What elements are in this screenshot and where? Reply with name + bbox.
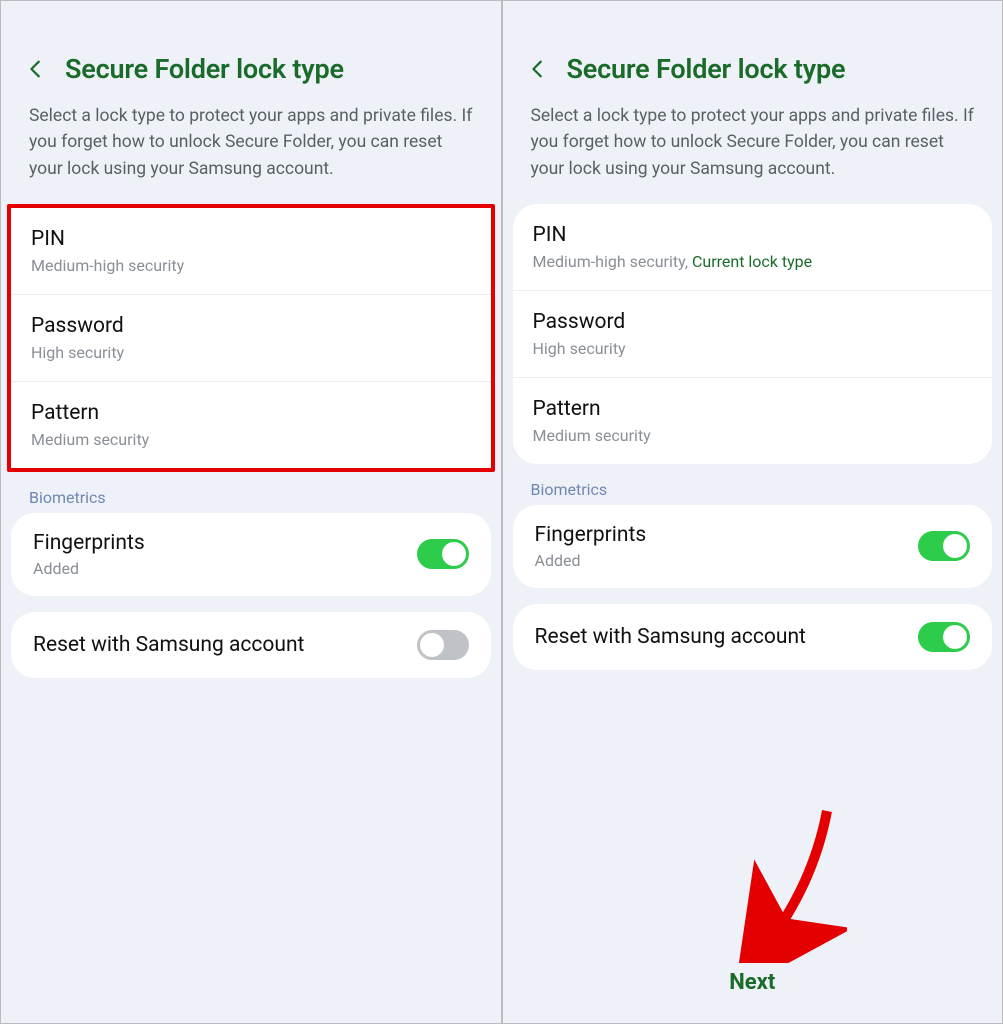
lock-option-subtitle: Medium-high security, Current lock type <box>533 252 973 271</box>
fingerprints-row[interactable]: Fingerprints Added <box>513 505 993 588</box>
lock-option-title: PIN <box>31 227 471 251</box>
page-description: Select a lock type to protect your apps … <box>1 103 501 204</box>
header: Secure Folder lock type <box>503 1 1003 103</box>
fingerprints-toggle[interactable] <box>417 539 469 569</box>
lock-option-title: Password <box>31 314 471 338</box>
reset-samsung-title: Reset with Samsung account <box>33 633 304 657</box>
lock-option-subtitle: Medium security <box>31 430 471 449</box>
fingerprints-title: Fingerprints <box>535 523 647 547</box>
page-title: Secure Folder lock type <box>65 53 344 85</box>
biometrics-section-label: Biometrics <box>1 488 501 513</box>
fingerprints-subtitle: Added <box>535 551 647 570</box>
lock-option-title: Pattern <box>31 401 471 425</box>
reset-samsung-toggle[interactable] <box>918 622 970 652</box>
screenshot-pane-right: Secure Folder lock type Select a lock ty… <box>502 0 1003 1024</box>
lock-option-subtitle: High security <box>31 343 471 362</box>
lock-option-password[interactable]: Password High security <box>513 291 993 378</box>
lock-option-title: Password <box>533 310 973 334</box>
fingerprints-row[interactable]: Fingerprints Added <box>11 513 491 596</box>
fingerprints-title: Fingerprints <box>33 531 145 555</box>
lock-option-pattern[interactable]: Pattern Medium security <box>11 382 491 468</box>
lock-option-subtitle: Medium-high security <box>31 256 471 275</box>
lock-option-pattern[interactable]: Pattern Medium security <box>513 378 993 464</box>
lock-option-subtitle: High security <box>533 339 973 358</box>
reset-samsung-toggle[interactable] <box>417 630 469 660</box>
lock-option-pin[interactable]: PIN Medium-high security, Current lock t… <box>513 204 993 291</box>
reset-samsung-title: Reset with Samsung account <box>535 625 806 649</box>
back-icon[interactable] <box>25 58 47 80</box>
header: Secure Folder lock type <box>1 1 501 103</box>
reset-samsung-row[interactable]: Reset with Samsung account <box>513 604 993 670</box>
back-icon[interactable] <box>527 58 549 80</box>
lock-options-card: PIN Medium-high security Password High s… <box>7 204 495 472</box>
fingerprints-toggle[interactable] <box>918 531 970 561</box>
screenshot-pane-left: Secure Folder lock type Select a lock ty… <box>0 0 502 1024</box>
lock-option-title: PIN <box>533 223 973 247</box>
lock-options-card: PIN Medium-high security, Current lock t… <box>513 204 993 464</box>
fingerprints-subtitle: Added <box>33 559 145 578</box>
biometrics-section-label: Biometrics <box>503 480 1003 505</box>
page-title: Secure Folder lock type <box>567 53 846 85</box>
lock-option-subtitle: Medium security <box>533 426 973 445</box>
page-description: Select a lock type to protect your apps … <box>503 103 1003 204</box>
lock-option-password[interactable]: Password High security <box>11 295 491 382</box>
next-button[interactable]: Next <box>503 970 1003 995</box>
lock-option-title: Pattern <box>533 397 973 421</box>
annotation-arrow-icon <box>727 803 847 963</box>
lock-option-pin[interactable]: PIN Medium-high security <box>11 208 491 295</box>
reset-samsung-row[interactable]: Reset with Samsung account <box>11 612 491 678</box>
